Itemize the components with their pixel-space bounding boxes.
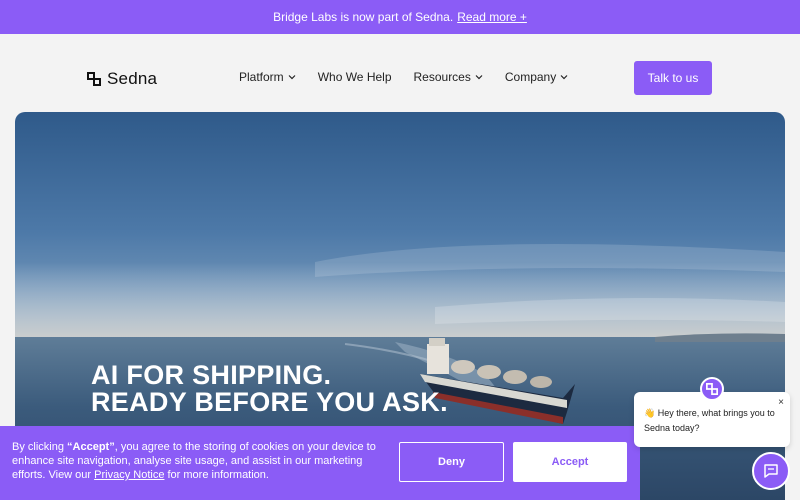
chat-message: Hey there, what brings you to Sedna toda… [644,408,775,433]
chevron-down-icon [560,75,568,80]
chevron-down-icon [288,75,296,80]
nav-item-platform[interactable]: Platform [239,70,296,84]
privacy-notice-link[interactable]: Privacy Notice [94,469,164,481]
deny-button[interactable]: Deny [399,442,504,482]
hero-headline-line-2: READY BEFORE YOU ASK. [91,387,448,417]
logo-text: Sedna [107,69,158,88]
chat-avatar [700,377,724,401]
cookie-accept-quote: “Accept” [67,441,115,453]
nav-menu: Platform Who We Help Resources Company [239,70,568,84]
chevron-down-icon [475,75,483,80]
nav-item-label: Platform [239,70,284,84]
close-icon[interactable]: × [778,395,784,410]
chat-icon [764,464,778,478]
logo[interactable]: Sedna [87,69,157,89]
announcement-bar: Bridge Labs is now part of Sedna. Read m… [0,0,800,34]
wave-emoji: 👋 [644,408,656,418]
accept-button[interactable]: Accept [513,442,627,482]
cookie-prefix: By clicking [12,441,68,453]
cookie-banner: By clicking “Accept”, you agree to the s… [0,426,640,500]
nav-item-label: Resources [413,70,471,84]
nav-item-label: Who We Help [317,70,392,84]
cookie-suffix: for more information. [164,469,269,481]
nav-item-company[interactable]: Company [505,70,568,84]
chat-launcher-button[interactable] [752,452,790,490]
nav-item-label: Company [504,70,557,84]
sedna-logo-icon [706,383,718,395]
cookie-message: By clicking “Accept”, you agree to the s… [12,440,392,482]
announcement-text: Bridge Labs is now part of Sedna. [273,10,454,24]
read-more-link[interactable]: Read more + [457,10,527,24]
nav-item-who-we-help[interactable]: Who We Help [318,70,392,84]
nav-item-resources[interactable]: Resources [414,70,483,84]
sedna-logo-icon [87,72,101,86]
talk-to-us-button[interactable]: Talk to us [634,61,712,95]
main-nav: Sedna Platform Who We Help Resources Com… [0,34,800,112]
hero-headline: AI FOR SHIPPING. READY BEFORE YOU ASK. [91,362,448,416]
hero-headline-line-1: AI FOR SHIPPING. [91,360,332,390]
